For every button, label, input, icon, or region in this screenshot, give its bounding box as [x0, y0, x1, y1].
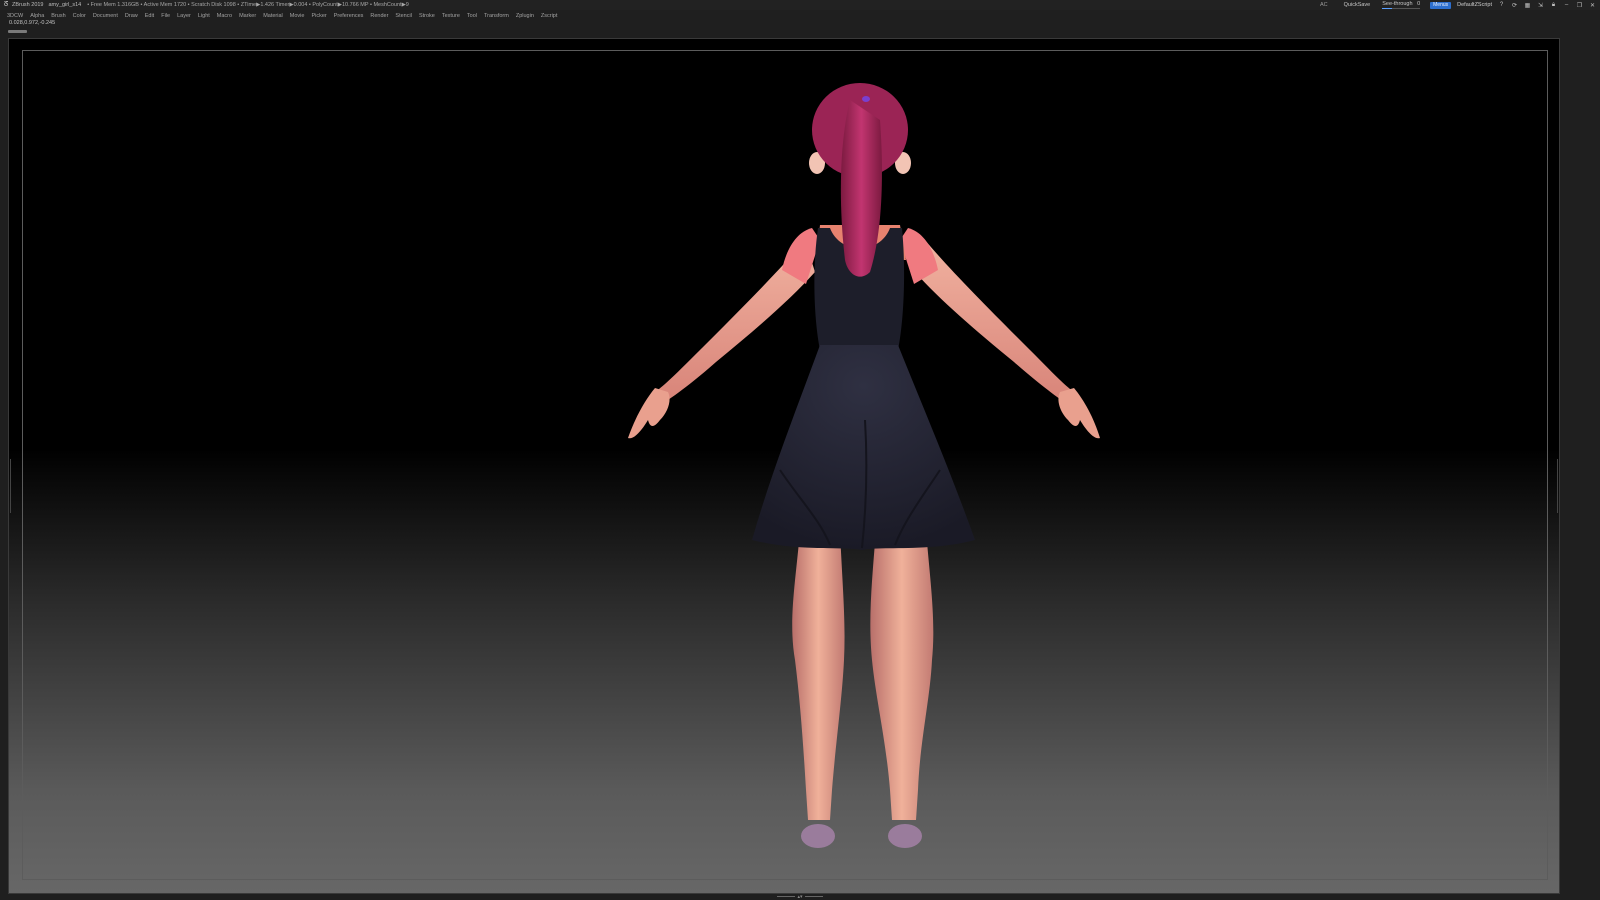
left-leg: [792, 530, 845, 820]
right-leg: [870, 530, 934, 820]
left-hand: [628, 388, 670, 439]
chevron-icon: ▴▾: [797, 893, 803, 900]
right-arm: [915, 240, 1074, 402]
hair-tie: [862, 96, 870, 102]
right-foot: [888, 824, 922, 848]
character-model[interactable]: [0, 0, 1600, 900]
dress-skirt: [752, 345, 975, 550]
right-hand: [1058, 388, 1100, 439]
bottom-tray-handle[interactable]: ▴▾: [772, 893, 828, 900]
left-foot: [801, 824, 835, 848]
